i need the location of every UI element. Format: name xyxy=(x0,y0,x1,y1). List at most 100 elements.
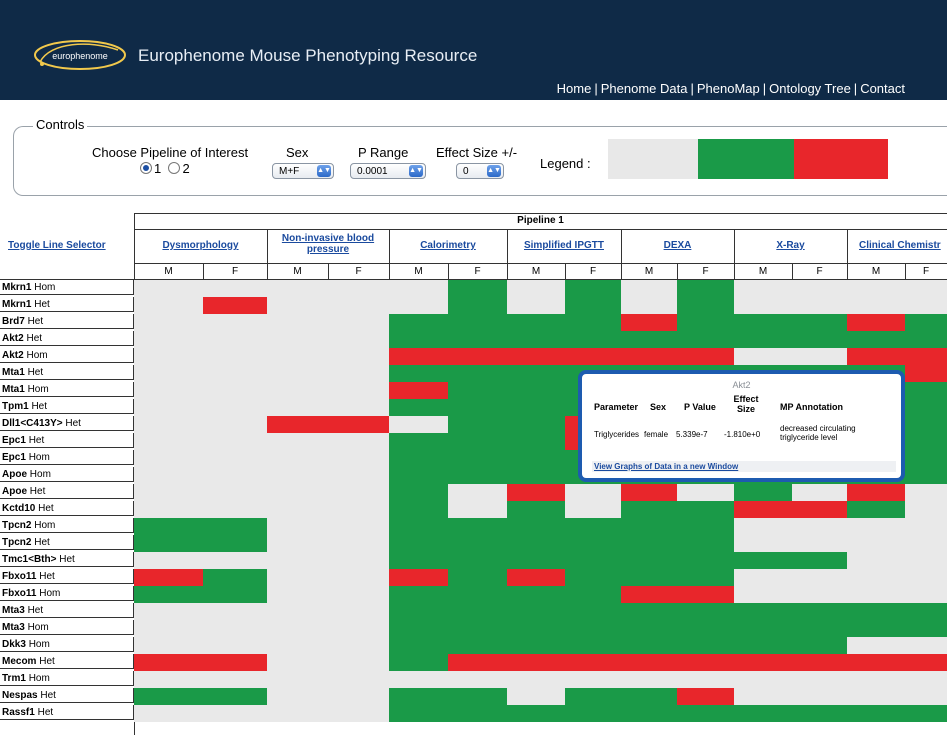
heatmap-cell[interactable] xyxy=(267,705,328,722)
heatmap-cell[interactable] xyxy=(734,671,792,688)
heatmap-cell[interactable] xyxy=(565,603,621,620)
heatmap-cell[interactable] xyxy=(328,433,389,450)
heatmap-cell[interactable] xyxy=(448,365,507,382)
heatmap-cell[interactable] xyxy=(134,348,203,365)
heatmap-cell[interactable] xyxy=(734,552,792,569)
heatmap-cell[interactable] xyxy=(267,501,328,518)
heatmap-cell[interactable] xyxy=(507,467,565,484)
heatmap-cell[interactable] xyxy=(677,501,734,518)
heatmap-cell[interactable] xyxy=(267,399,328,416)
heatmap-cell[interactable] xyxy=(389,365,448,382)
heatmap-cell[interactable] xyxy=(389,314,448,331)
heatmap-cell[interactable] xyxy=(203,416,267,433)
heatmap-cell[interactable] xyxy=(328,654,389,671)
heatmap-cell[interactable] xyxy=(203,450,267,467)
heatmap-cell[interactable] xyxy=(905,637,947,654)
heatmap-cell[interactable] xyxy=(267,620,328,637)
heatmap-cell[interactable] xyxy=(203,637,267,654)
heatmap-cell[interactable] xyxy=(905,365,947,382)
heatmap-cell[interactable] xyxy=(507,705,565,722)
heatmap-cell[interactable] xyxy=(621,552,677,569)
heatmap-cell[interactable] xyxy=(621,331,677,348)
heatmap-cell[interactable] xyxy=(565,705,621,722)
line-label[interactable]: Rassf1 Het xyxy=(0,705,134,720)
heatmap-cell[interactable] xyxy=(328,450,389,467)
heatmap-cell[interactable] xyxy=(389,433,448,450)
heatmap-cell[interactable] xyxy=(565,297,621,314)
heatmap-cell[interactable] xyxy=(905,569,947,586)
heatmap-cell[interactable] xyxy=(134,586,203,603)
pipeline-2-radio[interactable] xyxy=(168,162,181,174)
heatmap-cell[interactable] xyxy=(134,637,203,654)
heatmap-cell[interactable] xyxy=(448,314,507,331)
prange-select[interactable]: 0.0001 ▲▼ xyxy=(350,163,426,179)
heatmap-cell[interactable] xyxy=(203,705,267,722)
heatmap-cell[interactable] xyxy=(565,501,621,518)
heatmap-cell[interactable] xyxy=(905,348,947,365)
heatmap-cell[interactable] xyxy=(905,586,947,603)
procedure-header-clinical-chemistr[interactable]: Clinical Chemistr xyxy=(847,240,947,251)
heatmap-cell[interactable] xyxy=(134,518,203,535)
heatmap-cell[interactable] xyxy=(734,637,792,654)
heatmap-cell[interactable] xyxy=(734,586,792,603)
heatmap-cell[interactable] xyxy=(905,484,947,501)
heatmap-cell[interactable] xyxy=(677,654,734,671)
heatmap-cell[interactable] xyxy=(134,620,203,637)
line-label[interactable]: Mkrn1 Het xyxy=(0,297,134,312)
heatmap-cell[interactable] xyxy=(621,535,677,552)
heatmap-cell[interactable] xyxy=(734,535,792,552)
heatmap-cell[interactable] xyxy=(792,688,847,705)
heatmap-cell[interactable] xyxy=(134,705,203,722)
heatmap-cell[interactable] xyxy=(203,518,267,535)
line-label[interactable]: Dkk3 Hom xyxy=(0,637,134,652)
heatmap-cell[interactable] xyxy=(328,416,389,433)
heatmap-cell[interactable] xyxy=(565,314,621,331)
heatmap-cell[interactable] xyxy=(905,416,947,433)
heatmap-cell[interactable] xyxy=(448,348,507,365)
heatmap-cell[interactable] xyxy=(448,569,507,586)
heatmap-cell[interactable] xyxy=(389,620,448,637)
heatmap-cell[interactable] xyxy=(847,518,905,535)
heatmap-cell[interactable] xyxy=(389,637,448,654)
procedure-header-simplified-ipgtt[interactable]: Simplified IPGTT xyxy=(507,240,621,251)
heatmap-cell[interactable] xyxy=(847,637,905,654)
heatmap-cell[interactable] xyxy=(847,280,905,297)
heatmap-cell[interactable] xyxy=(905,297,947,314)
heatmap-cell[interactable] xyxy=(905,688,947,705)
heatmap-cell[interactable] xyxy=(734,569,792,586)
heatmap-cell[interactable] xyxy=(677,518,734,535)
heatmap-cell[interactable] xyxy=(267,314,328,331)
heatmap-cell[interactable] xyxy=(389,688,448,705)
line-label[interactable]: Brd7 Het xyxy=(0,314,134,329)
line-label[interactable]: Mkrn1 Hom xyxy=(0,280,134,295)
nav-contact[interactable]: Contact xyxy=(860,81,905,96)
heatmap-cell[interactable] xyxy=(847,688,905,705)
heatmap-cell[interactable] xyxy=(677,569,734,586)
heatmap-cell[interactable] xyxy=(677,620,734,637)
heatmap-cell[interactable] xyxy=(267,671,328,688)
heatmap-cell[interactable] xyxy=(621,569,677,586)
heatmap-cell[interactable] xyxy=(792,569,847,586)
heatmap-cell[interactable] xyxy=(565,518,621,535)
heatmap-cell[interactable] xyxy=(267,467,328,484)
heatmap-cell[interactable] xyxy=(847,705,905,722)
sex-select[interactable]: M+F ▲▼ xyxy=(272,163,334,179)
heatmap-cell[interactable] xyxy=(448,450,507,467)
heatmap-cell[interactable] xyxy=(792,603,847,620)
heatmap-cell[interactable] xyxy=(134,416,203,433)
heatmap-cell[interactable] xyxy=(328,569,389,586)
heatmap-cell[interactable] xyxy=(389,450,448,467)
heatmap-cell[interactable] xyxy=(507,382,565,399)
heatmap-cell[interactable] xyxy=(134,501,203,518)
heatmap-cell[interactable] xyxy=(203,433,267,450)
line-label[interactable]: Tmc1<Bth> Het xyxy=(0,552,134,567)
heatmap-cell[interactable] xyxy=(448,654,507,671)
heatmap-cell[interactable] xyxy=(134,365,203,382)
heatmap-cell[interactable] xyxy=(389,467,448,484)
heatmap-cell[interactable] xyxy=(792,331,847,348)
heatmap-cell[interactable] xyxy=(621,637,677,654)
nav-phenomap[interactable]: PhenoMap xyxy=(697,81,760,96)
heatmap-cell[interactable] xyxy=(507,535,565,552)
heatmap-cell[interactable] xyxy=(507,620,565,637)
heatmap-cell[interactable] xyxy=(448,603,507,620)
